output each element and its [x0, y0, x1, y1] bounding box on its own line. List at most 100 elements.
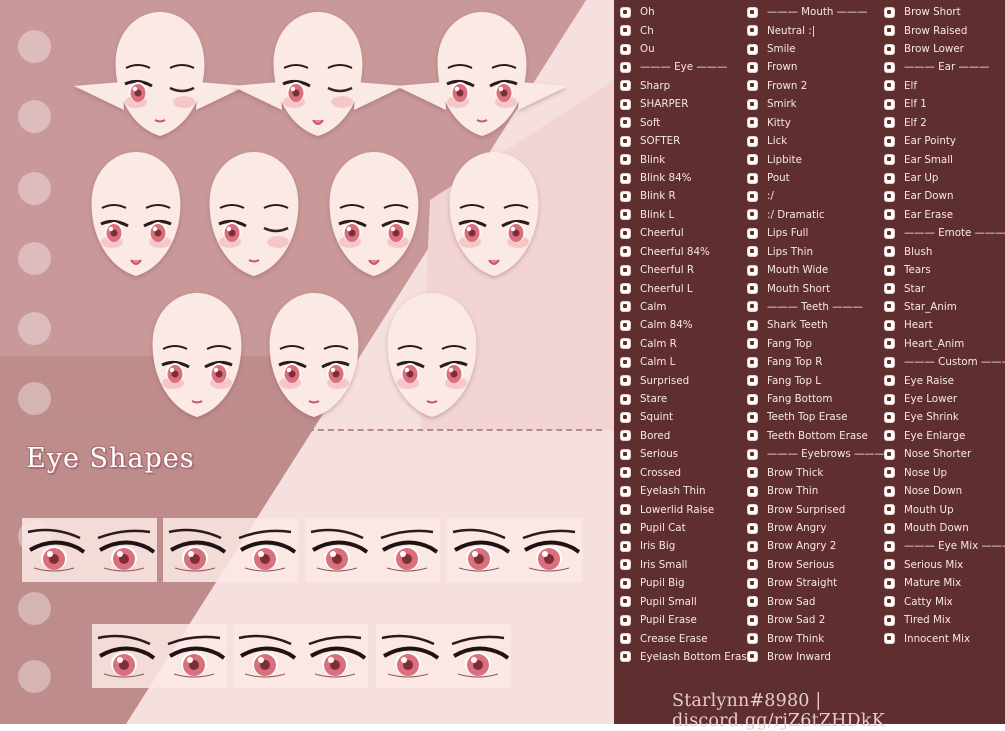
shape-key-item[interactable]: SHARPER	[620, 95, 753, 113]
checkbox-icon[interactable]	[747, 190, 758, 202]
shape-key-item[interactable]: Bored	[620, 427, 753, 445]
checkbox-icon[interactable]	[884, 154, 895, 166]
checkbox-icon[interactable]	[884, 614, 895, 626]
shape-key-item[interactable]: Pupil Big	[620, 574, 753, 592]
checkbox-icon[interactable]	[620, 6, 631, 18]
checkbox-icon[interactable]	[884, 209, 895, 221]
checkbox-icon[interactable]	[747, 246, 758, 258]
checkbox-icon[interactable]	[884, 61, 895, 73]
shape-key-item[interactable]: Oh	[620, 3, 753, 21]
shape-key-item[interactable]: Fang Top L	[747, 371, 885, 389]
checkbox-icon[interactable]	[620, 283, 631, 295]
checkbox-icon[interactable]	[620, 154, 631, 166]
shape-key-item[interactable]: Eye Enlarge	[884, 427, 1005, 445]
shape-key-item[interactable]: Brow Sad	[747, 593, 885, 611]
shape-key-item[interactable]: Ch	[620, 21, 753, 39]
shape-key-item[interactable]: :/	[747, 187, 885, 205]
shape-key-item[interactable]: Elf 1	[884, 95, 1005, 113]
shape-key-item[interactable]: Ear Down	[884, 187, 1005, 205]
shape-key-item[interactable]: Tired Mix	[884, 611, 1005, 629]
checkbox-icon[interactable]	[747, 6, 758, 18]
category-header[interactable]: ——— Eyebrows ———	[747, 445, 885, 463]
checkbox-icon[interactable]	[620, 485, 631, 497]
checkbox-icon[interactable]	[884, 504, 895, 516]
shape-key-item[interactable]: Brow Thin	[747, 482, 885, 500]
shape-key-item[interactable]: Ou	[620, 40, 753, 58]
checkbox-icon[interactable]	[747, 467, 758, 479]
checkbox-icon[interactable]	[620, 577, 631, 589]
checkbox-icon[interactable]	[747, 61, 758, 73]
shape-key-item[interactable]: Brow Raised	[884, 21, 1005, 39]
shape-key-item[interactable]: Surprised	[620, 371, 753, 389]
shape-key-item[interactable]: Calm 84%	[620, 316, 753, 334]
checkbox-icon[interactable]	[884, 375, 895, 387]
shape-key-item[interactable]: Eye Shrink	[884, 408, 1005, 426]
shape-key-item[interactable]: Shark Teeth	[747, 316, 885, 334]
shape-key-item[interactable]: Star	[884, 279, 1005, 297]
shape-key-item[interactable]: Crossed	[620, 464, 753, 482]
checkbox-icon[interactable]	[884, 80, 895, 92]
checkbox-icon[interactable]	[884, 411, 895, 423]
shape-key-item[interactable]: Brow Short	[884, 3, 1005, 21]
checkbox-icon[interactable]	[620, 559, 631, 571]
shape-key-item[interactable]: Mouth Up	[884, 500, 1005, 518]
checkbox-icon[interactable]	[620, 467, 631, 479]
checkbox-icon[interactable]	[747, 301, 758, 313]
shape-key-item[interactable]: Pupil Erase	[620, 611, 753, 629]
category-header[interactable]: ——— Eye ———	[620, 58, 753, 76]
checkbox-icon[interactable]	[747, 522, 758, 534]
checkbox-icon[interactable]	[620, 227, 631, 239]
checkbox-icon[interactable]	[747, 375, 758, 387]
shape-key-item[interactable]: Sharp	[620, 77, 753, 95]
checkbox-icon[interactable]	[747, 633, 758, 645]
checkbox-icon[interactable]	[884, 135, 895, 147]
shape-key-item[interactable]: Heart_Anim	[884, 335, 1005, 353]
shape-key-item[interactable]: Cheerful	[620, 224, 753, 242]
checkbox-icon[interactable]	[747, 117, 758, 129]
shape-key-item[interactable]: Iris Small	[620, 556, 753, 574]
shape-key-item[interactable]: Smirk	[747, 95, 885, 113]
shape-key-item[interactable]: Fang Top	[747, 335, 885, 353]
shape-key-item[interactable]: Eye Lower	[884, 390, 1005, 408]
shape-key-item[interactable]: Cheerful L	[620, 279, 753, 297]
shape-key-item[interactable]: Calm L	[620, 353, 753, 371]
shape-key-item[interactable]: Eyelash Bottom Erase	[620, 648, 753, 666]
shape-key-item[interactable]: Mouth Down	[884, 519, 1005, 537]
checkbox-icon[interactable]	[620, 651, 631, 663]
checkbox-icon[interactable]	[747, 540, 758, 552]
checkbox-icon[interactable]	[620, 448, 631, 460]
shape-key-item[interactable]: Teeth Bottom Erase	[747, 427, 885, 445]
checkbox-icon[interactable]	[747, 596, 758, 608]
shape-key-item[interactable]: Mature Mix	[884, 574, 1005, 592]
shape-key-item[interactable]: Stare	[620, 390, 753, 408]
shape-key-item[interactable]: Pupil Small	[620, 593, 753, 611]
shape-key-item[interactable]: Eye Raise	[884, 371, 1005, 389]
checkbox-icon[interactable]	[884, 338, 895, 350]
shape-key-item[interactable]: Frown	[747, 58, 885, 76]
checkbox-icon[interactable]	[884, 467, 895, 479]
checkbox-icon[interactable]	[884, 522, 895, 534]
checkbox-icon[interactable]	[620, 596, 631, 608]
category-header[interactable]: ——— Eye Mix ———	[884, 537, 1005, 555]
checkbox-icon[interactable]	[747, 43, 758, 55]
checkbox-icon[interactable]	[620, 319, 631, 331]
checkbox-icon[interactable]	[747, 264, 758, 276]
shape-key-item[interactable]: Brow Angry 2	[747, 537, 885, 555]
shape-key-item[interactable]: Crease Erase	[620, 629, 753, 647]
shape-key-item[interactable]: Nose Shorter	[884, 445, 1005, 463]
checkbox-icon[interactable]	[620, 43, 631, 55]
checkbox-icon[interactable]	[747, 651, 758, 663]
checkbox-icon[interactable]	[884, 283, 895, 295]
shape-key-item[interactable]: Pupil Cat	[620, 519, 753, 537]
checkbox-icon[interactable]	[884, 43, 895, 55]
shape-key-item[interactable]: Eyelash Thin	[620, 482, 753, 500]
category-header[interactable]: ——— Ear ———	[884, 58, 1005, 76]
shape-key-item[interactable]: Ear Pointy	[884, 132, 1005, 150]
shape-key-item[interactable]: Fang Bottom	[747, 390, 885, 408]
checkbox-icon[interactable]	[747, 559, 758, 571]
checkbox-icon[interactable]	[747, 80, 758, 92]
checkbox-icon[interactable]	[620, 430, 631, 442]
checkbox-icon[interactable]	[747, 135, 758, 147]
checkbox-icon[interactable]	[620, 264, 631, 276]
shape-key-item[interactable]: Fang Top R	[747, 353, 885, 371]
